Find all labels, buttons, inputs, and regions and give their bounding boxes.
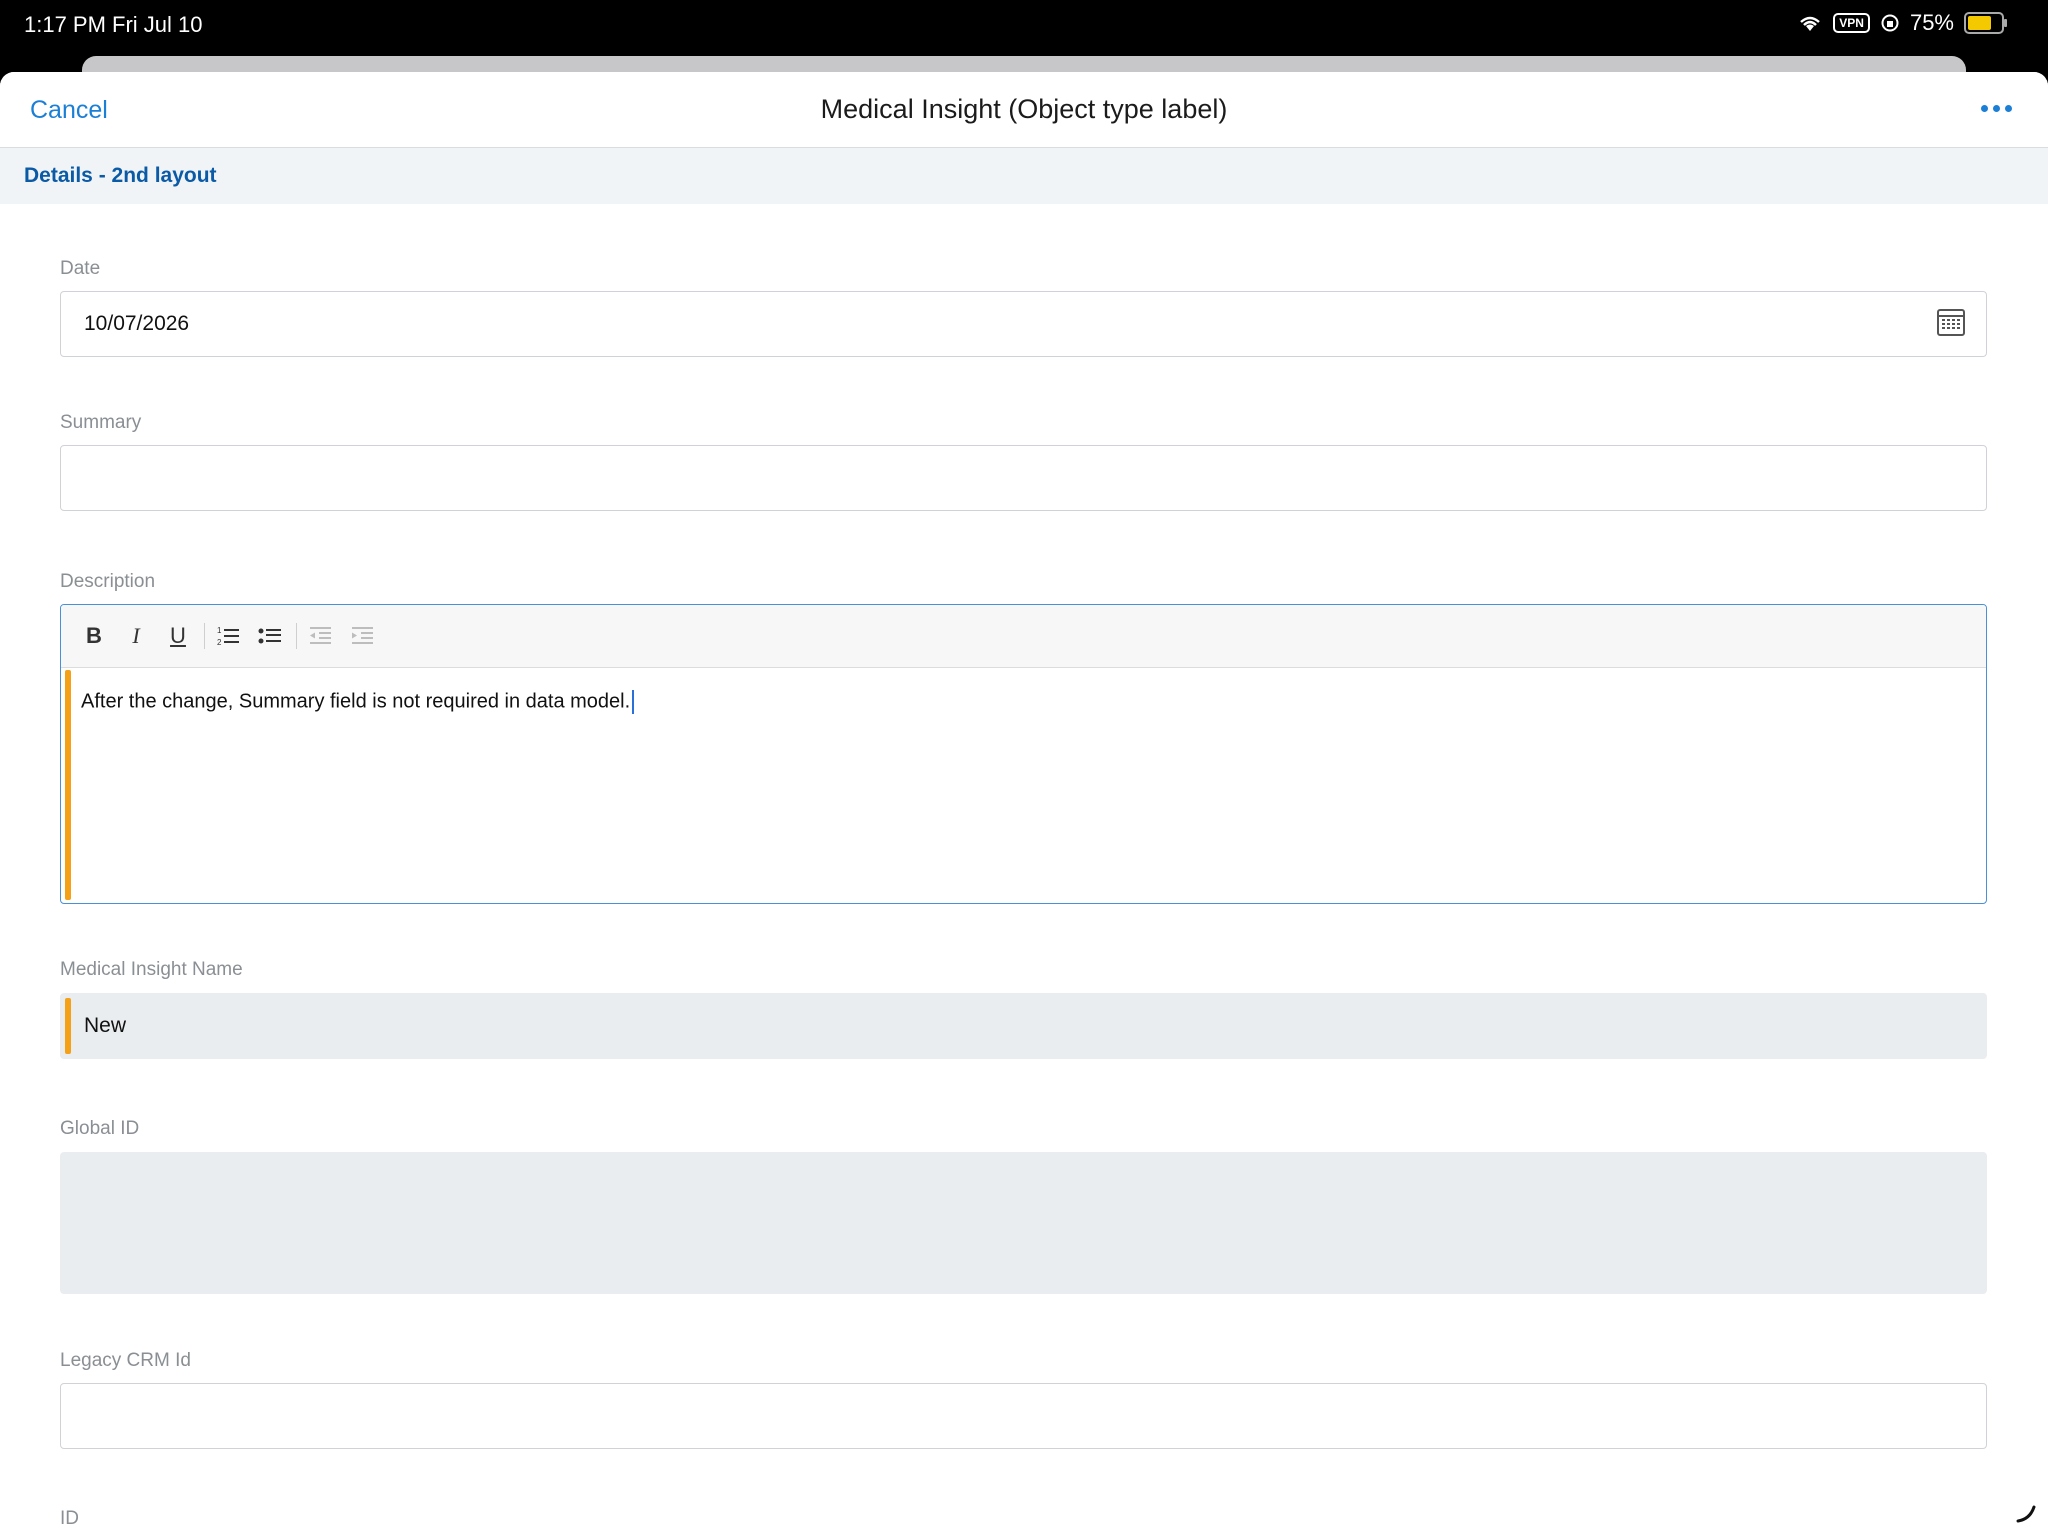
date-value: 10/07/2026 bbox=[84, 312, 190, 335]
indent-icon[interactable] bbox=[349, 623, 375, 649]
battery-icon bbox=[1964, 12, 2007, 34]
wifi-icon bbox=[1800, 16, 1821, 31]
svg-text:2: 2 bbox=[217, 638, 222, 647]
outdent-icon[interactable] bbox=[307, 623, 333, 649]
italic-button[interactable]: I bbox=[123, 623, 149, 649]
global-id-label: Global ID bbox=[60, 1118, 140, 1139]
nav-bar: Cancel Medical Insight (Object type labe… bbox=[0, 72, 2048, 148]
description-editor[interactable]: B I U 1 2 After the change, Summary fiel… bbox=[60, 604, 1987, 904]
rich-text-toolbar: B I U 1 2 bbox=[61, 605, 1986, 668]
global-id-field bbox=[60, 1152, 1987, 1294]
more-icon[interactable] bbox=[1981, 105, 2012, 112]
status-time: 1:17 PM bbox=[24, 12, 106, 37]
modal-sheet: Cancel Medical Insight (Object type labe… bbox=[0, 72, 2048, 1535]
required-indicator bbox=[65, 998, 71, 1054]
summary-field[interactable] bbox=[60, 445, 1987, 511]
svg-text:1: 1 bbox=[217, 626, 222, 635]
required-indicator bbox=[65, 670, 71, 900]
section-header: Details - 2nd layout bbox=[0, 148, 2048, 204]
underline-button[interactable]: U bbox=[165, 623, 191, 649]
date-field[interactable]: 10/07/2026 bbox=[60, 291, 1987, 357]
vpn-icon: VPN bbox=[1833, 13, 1870, 33]
numbered-list-icon[interactable]: 1 2 bbox=[215, 623, 241, 649]
page-title: Medical Insight (Object type label) bbox=[820, 94, 1228, 124]
status-date: Fri Jul 10 bbox=[112, 12, 203, 37]
battery-percent: 75% bbox=[1909, 10, 1954, 35]
description-text: After the change, Summary field is not r… bbox=[81, 690, 635, 714]
calendar-icon[interactable] bbox=[1936, 307, 1966, 337]
legacy-crm-id-label: Legacy CRM Id bbox=[60, 1350, 191, 1371]
status-indicators: VPN 75% bbox=[1797, 10, 2007, 36]
name-value: New bbox=[84, 1014, 127, 1037]
id-label: ID bbox=[60, 1508, 79, 1529]
name-label: Medical Insight Name bbox=[60, 959, 243, 980]
text-caret bbox=[632, 690, 635, 714]
rotation-lock-icon bbox=[1881, 14, 1899, 32]
name-field: New bbox=[60, 993, 1987, 1059]
legacy-crm-id-field[interactable] bbox=[60, 1383, 1987, 1449]
battery-fill bbox=[1968, 16, 1991, 30]
summary-label: Summary bbox=[60, 412, 142, 433]
status-bar: 1:17 PM Fri Jul 10 VPN 75% bbox=[0, 0, 2048, 56]
bold-button[interactable]: B bbox=[81, 623, 107, 649]
section-title: Details - 2nd layout bbox=[24, 164, 217, 187]
description-body[interactable]: After the change, Summary field is not r… bbox=[61, 668, 1986, 903]
resize-handle-icon bbox=[2016, 1505, 2036, 1523]
date-label: Date bbox=[60, 258, 101, 279]
bulleted-list-icon[interactable] bbox=[257, 623, 283, 649]
description-label: Description bbox=[60, 571, 156, 592]
